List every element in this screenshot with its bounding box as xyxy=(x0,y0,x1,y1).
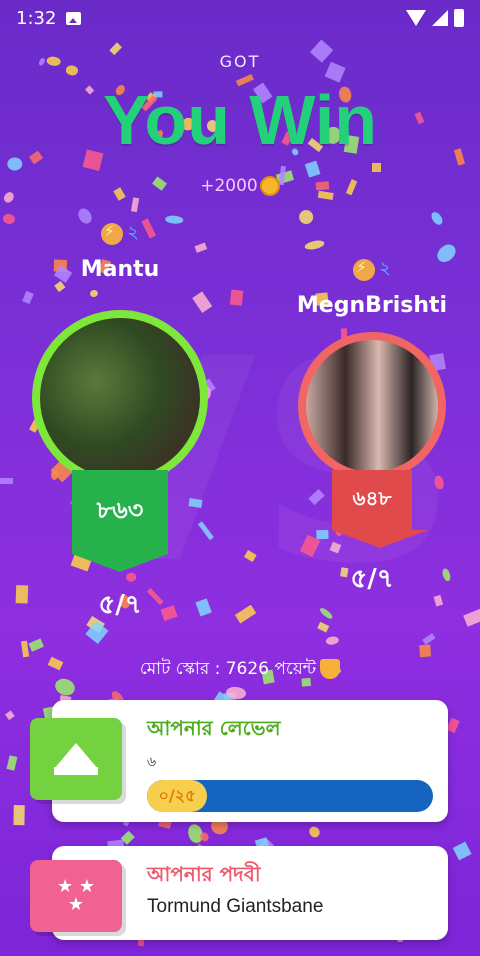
total-score-text: মোট স্কোর : 7626 পয়েন্ট xyxy=(139,659,317,679)
confetti-piece xyxy=(120,830,136,845)
confetti-piece xyxy=(418,643,431,657)
bolt-icon xyxy=(353,258,376,281)
rank-tile: ★ ★ ★ xyxy=(30,860,122,932)
total-score: মোট স্কোর : 7626 পয়েন্ট xyxy=(0,656,480,684)
rank-card[interactable]: ★ ★ ★ আপনার পদবী Tormund Giantsbane xyxy=(30,846,448,940)
win-title: You Win xyxy=(102,81,378,159)
level-value: ৬ xyxy=(147,754,157,770)
player-score: ৬৪৮ xyxy=(352,485,392,510)
confetti-piece xyxy=(198,830,211,843)
confetti-piece xyxy=(225,685,246,700)
bolt-icon xyxy=(101,222,124,245)
confetti-piece xyxy=(13,804,25,825)
confetti-piece xyxy=(2,213,17,226)
confetti-piece xyxy=(324,636,340,647)
confetti-piece xyxy=(421,633,436,646)
wifi-icon xyxy=(406,10,426,26)
score-ribbon: ৮৬৩ xyxy=(72,470,168,572)
player-left: ২ Mantu ৮৬৩ ৫/৭ xyxy=(32,218,208,628)
avatar-photo xyxy=(40,318,200,478)
confetti-piece xyxy=(186,822,205,845)
level-progress-text: ০/২৫ xyxy=(158,785,196,805)
confetti-piece xyxy=(0,478,13,485)
crown-icon xyxy=(54,743,98,775)
confetti-piece xyxy=(429,210,446,228)
level-card[interactable]: আপনার লেভেল ৬ ০/২৫ xyxy=(30,700,448,822)
trophy-icon xyxy=(320,659,341,679)
level-heading: আপনার লেভেল xyxy=(147,716,281,740)
confetti-piece xyxy=(6,755,18,771)
confetti-piece xyxy=(131,197,140,213)
player-name: Mantu xyxy=(80,257,160,282)
player-level-badge: ২ xyxy=(32,218,208,249)
confetti-piece xyxy=(446,717,460,733)
status-bar: 1:32 xyxy=(0,0,480,36)
correct-answers: ৫/৭ xyxy=(98,590,142,620)
clock: 1:32 xyxy=(16,7,57,29)
level-progress-fill: ০/২৫ xyxy=(147,780,207,812)
rank-heading: আপনার পদবী xyxy=(147,862,261,886)
rank-name: Tormund Giantsbane xyxy=(147,896,324,917)
confetti-piece xyxy=(29,639,45,653)
confetti-piece xyxy=(304,239,326,251)
player-avatar[interactable] xyxy=(298,332,446,480)
avatar-photo xyxy=(306,340,438,472)
confetti-piece xyxy=(15,585,29,604)
confetti-piece xyxy=(4,710,15,720)
confetti-piece xyxy=(223,692,237,701)
confetti-piece xyxy=(297,208,314,225)
reward-text: +2000 xyxy=(200,176,258,196)
player-name: MegnBrishti xyxy=(296,293,448,318)
battery-icon xyxy=(454,9,464,27)
player-score: ৮৬৩ xyxy=(96,496,144,524)
reward-amount: +2000 xyxy=(0,176,480,196)
confetti-piece xyxy=(307,824,322,839)
confetti-piece xyxy=(21,640,30,657)
image-notification-icon xyxy=(66,11,82,25)
confetti-piece xyxy=(371,162,381,172)
confetti-piece xyxy=(463,608,480,627)
confetti-piece xyxy=(452,841,472,861)
coin-icon xyxy=(259,176,280,196)
player-right: ২ MegnBrishti ৬৪৮ ৫/৭ xyxy=(284,254,460,602)
score-ribbon: ৬৪৮ xyxy=(332,470,428,548)
player-level: ২ xyxy=(379,258,391,279)
level-progress-bar: ০/২৫ xyxy=(147,780,433,812)
stars-icon: ★ ★ ★ xyxy=(57,876,95,915)
got-label: GOT xyxy=(219,52,261,71)
player-level: ২ xyxy=(127,222,139,243)
player-avatar[interactable] xyxy=(32,310,208,486)
level-tile xyxy=(30,718,122,800)
signal-icon xyxy=(432,10,448,26)
correct-answers: ৫/৭ xyxy=(350,564,394,594)
player-level-badge: ২ xyxy=(284,254,460,285)
